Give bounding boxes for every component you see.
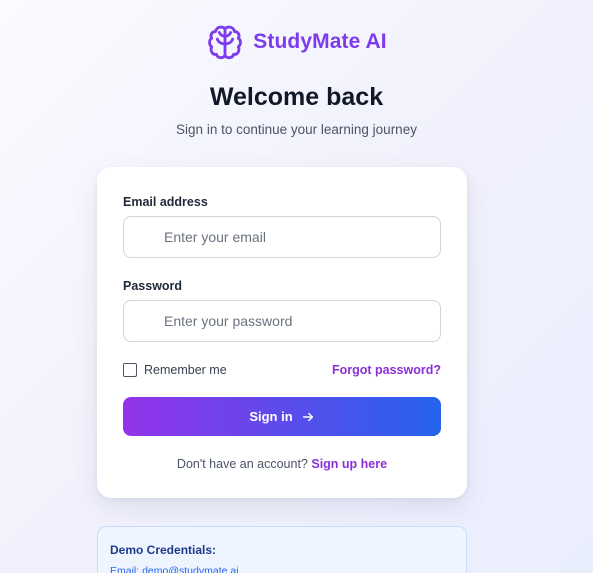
remember-me-label: Remember me bbox=[144, 363, 227, 377]
remember-me-toggle[interactable]: Remember me bbox=[123, 363, 227, 377]
demo-email-line: Email: demo@studymate.ai bbox=[110, 565, 239, 573]
email-label: Email address bbox=[123, 195, 208, 209]
page-subtitle: Sign in to continue your learning journe… bbox=[176, 122, 417, 137]
signup-prompt: Don't have an account? bbox=[176, 457, 308, 471]
demo-credentials-title: Demo Credentials: bbox=[110, 543, 217, 557]
brain-icon bbox=[206, 23, 244, 61]
page-title: Welcome back bbox=[209, 83, 384, 111]
email-field[interactable] bbox=[123, 216, 441, 258]
brand-name: StudyMate AI bbox=[253, 30, 387, 53]
sign-up-link[interactable]: Sign up here bbox=[311, 457, 387, 471]
sign-in-label: Sign in bbox=[249, 409, 293, 424]
password-field[interactable] bbox=[123, 300, 441, 342]
arrow-right-icon bbox=[302, 412, 313, 421]
remember-me-checkbox[interactable] bbox=[123, 363, 137, 377]
login-card: Email address Password Remember me Forgo… bbox=[97, 167, 467, 498]
forgot-password-link[interactable]: Forgot password? bbox=[332, 363, 441, 377]
signup-prompt-line: Don't have an account? Sign up here bbox=[97, 457, 467, 471]
password-label: Password bbox=[123, 279, 183, 293]
demo-credentials-box: Demo Credentials: Email: demo@studymate.… bbox=[97, 526, 467, 573]
sign-in-button[interactable]: Sign in bbox=[123, 397, 441, 436]
brand-header: StudyMate AI bbox=[0, 23, 593, 61]
